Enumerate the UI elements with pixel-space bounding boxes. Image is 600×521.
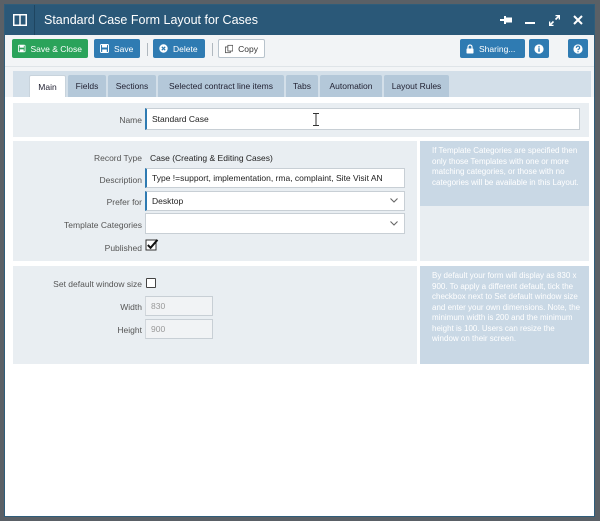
pin-icon[interactable] (494, 5, 518, 35)
tab-layout-rules[interactable]: Layout Rules (384, 75, 449, 97)
copy-icon (225, 44, 234, 53)
template-categories-info: If Template Categories are specified the… (420, 141, 589, 206)
chevron-down-icon (390, 198, 398, 203)
tab-sections[interactable]: Sections (108, 75, 156, 97)
tab-selected-contract-line-items[interactable]: Selected contract line items (158, 75, 284, 97)
name-label: Name (119, 115, 142, 125)
template-categories-select[interactable] (145, 213, 405, 234)
toolbar-separator (212, 43, 213, 56)
width-value: 830 (151, 301, 166, 311)
form-layout-window: Standard Case Form Layout for Cases Save… (4, 4, 595, 517)
main-tab-content: Name Standard Case Record Type Case (Cre… (5, 97, 594, 516)
height-input[interactable]: 900 (145, 319, 213, 339)
tab-tabs[interactable]: Tabs (286, 75, 318, 97)
record-type-value: Case (Creating & Editing Cases) (150, 153, 273, 163)
prefer-for-select[interactable]: Desktop (145, 191, 405, 211)
tab-strip: Main Fields Sections Selected contract l… (5, 67, 594, 97)
name-input[interactable]: Standard Case (145, 108, 580, 130)
height-value: 900 (151, 324, 166, 334)
help-button[interactable] (568, 39, 588, 58)
published-label: Published (104, 243, 142, 253)
checkbox-checked-icon (145, 239, 159, 251)
save-icon (18, 44, 26, 53)
prefer-for-value: Desktop (152, 196, 184, 206)
default-window-size-label: Set default window size (53, 279, 142, 289)
delete-label: Delete (173, 43, 198, 54)
lock-icon (466, 43, 474, 53)
chevron-down-icon (390, 220, 398, 226)
name-value: Standard Case (152, 114, 209, 124)
prefer-for-label: Prefer for (106, 197, 142, 207)
sharing-button[interactable]: Sharing... (460, 39, 525, 58)
width-input[interactable]: 830 (145, 296, 213, 316)
info-button[interactable] (529, 39, 549, 58)
info-icon (534, 43, 544, 54)
toolbar-separator (147, 43, 148, 56)
save-icon (100, 44, 109, 53)
delete-button[interactable]: Delete (153, 39, 205, 58)
tab-automation[interactable]: Automation (320, 75, 382, 97)
description-value: Type !=support, implementation, rma, com… (152, 173, 383, 183)
delete-icon (159, 44, 168, 53)
copy-button[interactable]: Copy (218, 39, 265, 58)
window-title: Standard Case Form Layout for Cases (44, 13, 258, 27)
help-icon (573, 43, 583, 54)
description-label: Description (99, 175, 142, 185)
description-input[interactable]: Type !=support, implementation, rma, com… (145, 168, 405, 188)
height-label: Height (117, 325, 142, 335)
width-label: Width (120, 302, 142, 312)
tab-fields[interactable]: Fields (68, 75, 106, 97)
text-cursor-icon (313, 113, 319, 126)
template-categories-label: Template Categories (64, 220, 142, 230)
save-close-label: Save & Close (30, 43, 83, 54)
save-close-button[interactable]: Save & Close (12, 39, 88, 58)
layout-icon[interactable] (5, 5, 35, 35)
title-bar: Standard Case Form Layout for Cases (5, 5, 594, 35)
default-window-size-checkbox[interactable] (146, 278, 156, 288)
copy-label: Copy (238, 43, 258, 54)
published-checkbox[interactable] (145, 238, 159, 252)
tab-main[interactable]: Main (29, 75, 66, 97)
minimize-icon[interactable] (518, 5, 542, 35)
save-button[interactable]: Save (94, 39, 140, 58)
save-label: Save (114, 43, 134, 54)
window-size-info: By default your form will display as 830… (420, 266, 589, 364)
record-type-label: Record Type (93, 153, 142, 163)
sharing-label: Sharing... (479, 43, 516, 54)
close-icon[interactable] (566, 5, 590, 35)
maximize-icon[interactable] (542, 5, 566, 35)
template-info-spacer (420, 206, 589, 261)
toolbar: Save & Close Save Delete Copy Sharing... (5, 35, 594, 67)
